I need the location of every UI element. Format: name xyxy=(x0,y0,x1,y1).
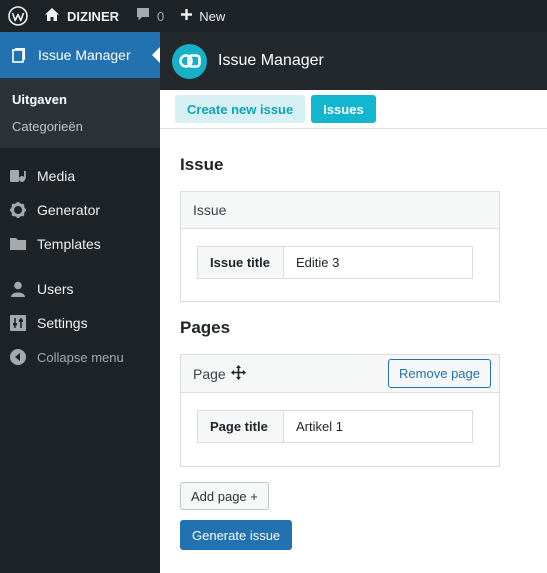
settings-icon xyxy=(9,314,27,332)
active-menu-arrow xyxy=(152,47,160,63)
sidebar-item-label: Settings xyxy=(37,315,88,331)
page-panel-title: Page xyxy=(193,365,226,382)
submenu-item-uitgaven[interactable]: Uitgaven xyxy=(0,86,160,113)
issue-manager-submenu: Uitgaven Categorieën xyxy=(0,78,160,148)
user-icon xyxy=(9,280,27,298)
page-panel-body: Page title xyxy=(181,393,499,461)
issue-title-label: Issue title xyxy=(198,247,284,278)
sidebar-item-generator[interactable]: Generator xyxy=(0,193,160,227)
folder-icon xyxy=(9,235,27,253)
page-panel-title-group: Page xyxy=(193,364,246,383)
site-name: DIZINER xyxy=(67,8,119,24)
menu-issue-manager[interactable]: Issue Manager xyxy=(0,32,160,78)
page-title-field: Page title xyxy=(197,410,473,443)
page-title: Issue Manager xyxy=(218,52,324,69)
issue-panel: Issue Issue title xyxy=(180,191,500,302)
collapse-icon xyxy=(9,348,27,366)
pages-section-heading: Pages xyxy=(180,318,231,337)
new-label: New xyxy=(199,8,226,24)
sidebar-item-label: Templates xyxy=(37,236,101,252)
remove-page-button[interactable]: Remove page xyxy=(388,359,491,388)
add-page-button[interactable]: Add page + xyxy=(180,482,269,510)
menu-separator xyxy=(0,148,160,159)
page-title-label: Page title xyxy=(198,411,284,442)
move-icon[interactable] xyxy=(230,364,246,383)
plugin-header: Issue Manager xyxy=(160,32,547,90)
menu-issue-manager-label: Issue Manager xyxy=(38,47,131,63)
generate-issue-button[interactable]: Generate issue xyxy=(180,520,293,550)
issue-title-input[interactable] xyxy=(284,247,472,278)
issue-manager-logo-icon xyxy=(172,43,207,79)
sidebar-item-media[interactable]: Media xyxy=(0,159,160,193)
admin-sidebar: Issue Manager Uitgaven Categorieën Media… xyxy=(0,32,160,573)
page-panel-header: Page Remove page xyxy=(181,355,499,393)
gear-icon xyxy=(9,201,27,219)
submenu-item-categorieen[interactable]: Categorieën xyxy=(0,113,160,140)
tab-bar: Create new issue Issues xyxy=(160,90,547,129)
page-panel: Page Remove page Page title xyxy=(180,354,500,467)
comments-link[interactable]: 0 xyxy=(127,0,172,32)
media-icon xyxy=(9,167,27,185)
pages-icon xyxy=(10,46,28,64)
home-icon xyxy=(44,7,60,25)
menu-separator xyxy=(0,261,160,272)
sidebar-item-label: Generator xyxy=(37,202,101,218)
new-content-link[interactable]: New xyxy=(172,0,233,32)
site-name-link[interactable]: DIZINER xyxy=(36,0,127,32)
sidebar-item-users[interactable]: Users xyxy=(0,272,160,306)
tab-issues[interactable]: Issues xyxy=(311,95,376,123)
wordpress-logo-icon[interactable] xyxy=(0,0,36,32)
plus-icon xyxy=(180,8,193,24)
comment-count: 0 xyxy=(157,8,165,24)
issue-section-heading: Issue xyxy=(180,155,224,174)
issue-panel-title: Issue xyxy=(181,192,499,229)
sidebar-item-label: Media xyxy=(37,168,76,184)
issue-title-field: Issue title xyxy=(197,246,473,279)
sidebar-item-label: Collapse menu xyxy=(37,349,124,365)
issue-panel-body: Issue title xyxy=(181,229,499,297)
tab-create-new-issue[interactable]: Create new issue xyxy=(175,95,306,123)
sidebar-item-settings[interactable]: Settings xyxy=(0,306,160,340)
collapse-menu-button[interactable]: Collapse menu xyxy=(0,340,160,374)
sidebar-item-templates[interactable]: Templates xyxy=(0,227,160,261)
comment-icon xyxy=(135,7,151,25)
sidebar-item-label: Users xyxy=(37,281,74,297)
page-title-input[interactable] xyxy=(284,411,472,442)
admin-bar: DIZINER 0 New xyxy=(0,0,547,32)
